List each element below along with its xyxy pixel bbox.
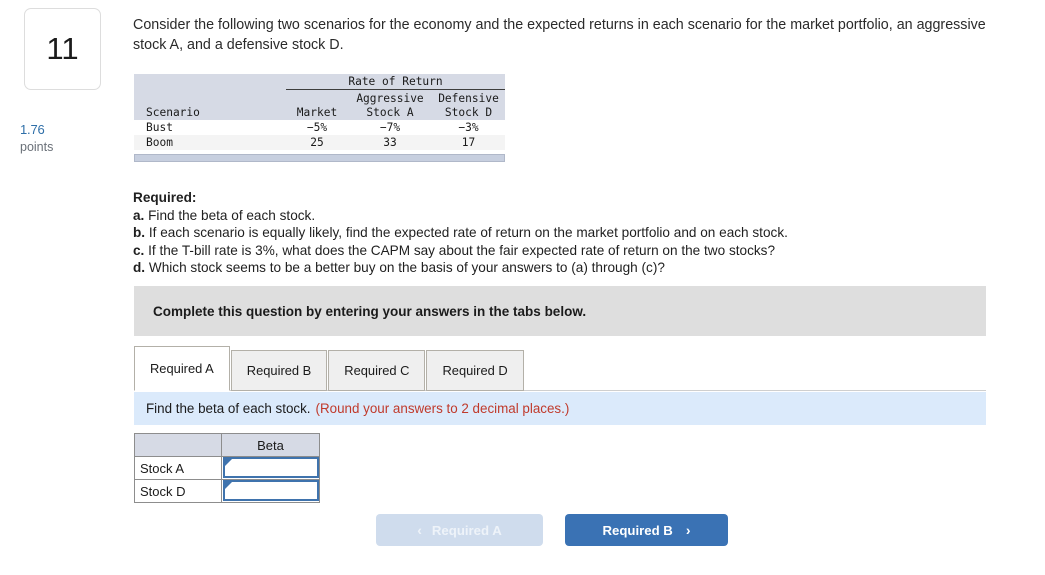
answer-row-label-stock-d: Stock D	[134, 479, 222, 503]
cell-stock-a: 33	[348, 135, 432, 150]
sub-instruction-note: (Round your answers to 2 decimal places.…	[315, 401, 570, 416]
table-row: Boom 25 33 17	[134, 135, 505, 150]
cell-stock-d: −3%	[432, 120, 505, 135]
table-row-column-header: Scenario Market Stock A Stock D	[134, 105, 505, 120]
table-row-group-header: Rate of Return	[134, 74, 505, 90]
answer-cell-stock-d[interactable]	[221, 479, 320, 503]
scenario-table-footer-bar	[134, 154, 505, 162]
points-value: 1.76	[20, 122, 45, 137]
required-key-c: c.	[133, 242, 145, 258]
instruction-text: Complete this question by entering your …	[153, 303, 587, 319]
cell-stock-a: −7%	[348, 120, 432, 135]
scenario-table: Rate of Return Aggressive Defensive Scen…	[134, 74, 505, 162]
colheader-scenario: Scenario	[134, 105, 286, 120]
question-body: Consider the following two scenarios for…	[133, 0, 1038, 575]
next-required-b-button[interactable]: Required B ›	[565, 514, 728, 546]
question-number-box: 11	[24, 8, 101, 90]
table-row: Stock A	[134, 456, 320, 480]
required-key-d: d.	[133, 260, 146, 276]
points-label: points	[20, 140, 54, 154]
required-text-a: Find the beta of each stock.	[148, 207, 316, 223]
tab-required-a[interactable]: Required A	[134, 346, 230, 391]
cell-scenario: Bust	[134, 120, 286, 135]
required-list: Required: a. Find the beta of each stock…	[133, 189, 1005, 277]
required-text-c: If the T-bill rate is 3%, what does the …	[148, 242, 776, 258]
chevron-right-icon: ›	[685, 522, 691, 538]
sub-instruction-text: Find the beta of each stock.	[146, 401, 311, 416]
required-text-d: Which stock seems to be a better buy on …	[148, 260, 665, 276]
group-header-rate-of-return: Rate of Return	[286, 74, 505, 90]
cell-market: 25	[286, 135, 348, 150]
instruction-band: Complete this question by entering your …	[134, 286, 986, 336]
previous-button-label: Required A	[431, 522, 502, 538]
tab-bar: Required A Required B Required C Require…	[134, 345, 986, 391]
subheader-blank-market	[286, 89, 348, 105]
required-heading: Required:	[133, 190, 197, 205]
beta-input-stock-d[interactable]	[223, 480, 319, 501]
required-key-a: a.	[133, 207, 145, 223]
answer-cell-stock-a[interactable]	[221, 456, 320, 480]
tab-label: Required B	[246, 363, 312, 378]
tab-label: Required A	[150, 361, 214, 376]
subheader-aggressive: Aggressive	[348, 89, 432, 105]
table-row-header: Beta	[134, 433, 320, 457]
colheader-stock-d: Stock D	[432, 105, 505, 120]
question-prompt: Consider the following two scenarios for…	[133, 17, 986, 53]
answer-header-blank	[134, 433, 222, 457]
required-item-b: b. If each scenario is equally likely, f…	[133, 224, 1005, 242]
table-row-sub-header: Aggressive Defensive	[134, 89, 505, 105]
tab-label: Required D	[442, 363, 508, 378]
cell-stock-d: 17	[432, 135, 505, 150]
navigation-buttons: ‹ Required A Required B ›	[376, 514, 728, 546]
cell-scenario: Boom	[134, 135, 286, 150]
tab-required-d[interactable]: Required D	[426, 350, 524, 391]
answer-row-label-stock-a: Stock A	[134, 456, 222, 480]
required-text-b: If each scenario is equally likely, find…	[148, 225, 788, 241]
tab-required-c[interactable]: Required C	[328, 350, 426, 391]
required-item-d: d. Which stock seems to be a better buy …	[133, 259, 1005, 277]
next-button-label: Required B	[602, 522, 673, 538]
question-rail: 11 1.76 points	[0, 0, 125, 575]
required-item-c: c. If the T-bill rate is 3%, what does t…	[133, 242, 1005, 260]
question-number: 11	[46, 31, 79, 66]
beta-input-stock-a[interactable]	[223, 457, 319, 478]
tab-required-b[interactable]: Required B	[230, 350, 328, 391]
chevron-left-icon: ‹	[417, 522, 422, 538]
cell-market: −5%	[286, 120, 348, 135]
required-key-b: b.	[133, 225, 146, 241]
previous-required-a-button[interactable]: ‹ Required A	[376, 514, 543, 546]
colheader-market: Market	[286, 105, 348, 120]
colheader-stock-a: Stock A	[348, 105, 432, 120]
required-item-a: a. Find the beta of each stock.	[133, 207, 1005, 225]
answer-header-beta: Beta	[221, 433, 320, 457]
table-row: Bust −5% −7% −3%	[134, 120, 505, 135]
sub-instruction-band: Find the beta of each stock. (Round your…	[134, 392, 986, 425]
tab-label: Required C	[344, 363, 410, 378]
subheader-defensive: Defensive	[432, 89, 505, 105]
answer-table: Beta Stock A Stock D	[134, 433, 320, 503]
table-row: Stock D	[134, 479, 320, 503]
